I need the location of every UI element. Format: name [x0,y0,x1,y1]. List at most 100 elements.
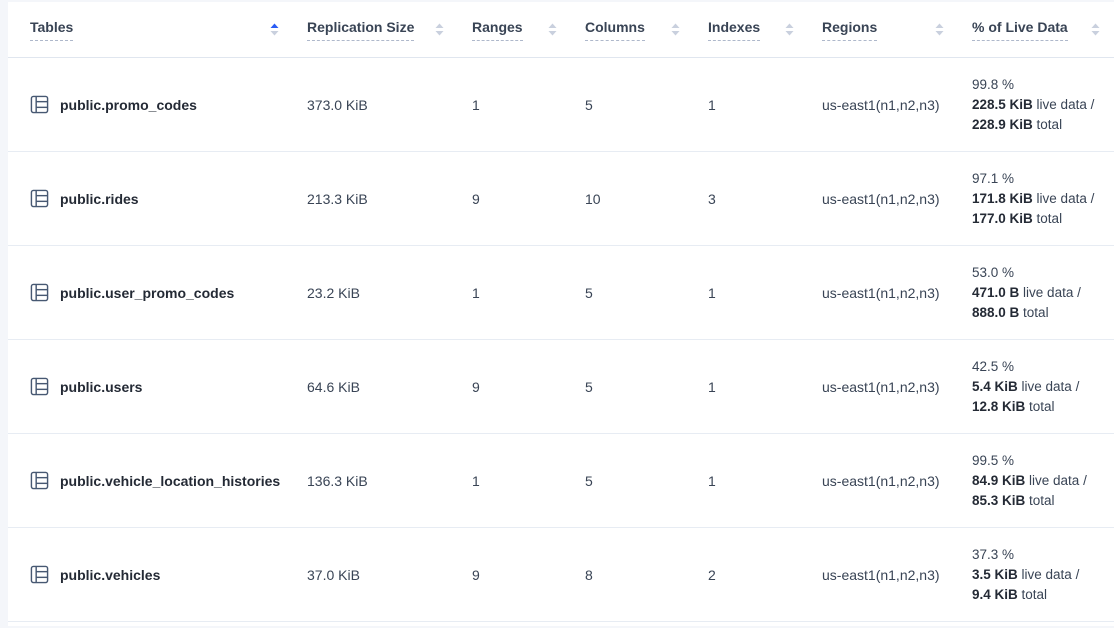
replication-size-cell: 213.3 KiB [293,152,458,246]
table-row[interactable]: public.rides 213.3 KiB 9 10 3 us-east1(n… [8,152,1114,246]
total-data-line: 9.4 KiB total [972,585,1100,605]
live-data-cell: 99.5 % 84.9 KiB live data / 85.3 KiB tot… [958,434,1114,528]
column-header-replication-size[interactable]: Replication Size [293,2,458,58]
live-data-cell: 42.5 % 5.4 KiB live data / 12.8 KiB tota… [958,340,1114,434]
columns-cell: 5 [571,340,694,434]
indexes-cell: 1 [694,434,808,528]
tables-table: Tables Replication Size Ranges [8,2,1114,622]
live-data-cell: 37.3 % 3.5 KiB live data / 9.4 KiB total [958,528,1114,622]
total-data-line: 85.3 KiB total [972,491,1100,511]
table-name[interactable]: public.rides [60,191,139,207]
indexes-cell: 1 [694,58,808,152]
sort-arrows-icon[interactable] [935,23,944,36]
column-header-columns[interactable]: Columns [571,2,694,58]
table-name[interactable]: public.promo_codes [60,97,197,113]
table-name-cell[interactable]: public.promo_codes [8,58,293,152]
indexes-cell: 3 [694,152,808,246]
sort-arrows-icon[interactable] [671,23,680,36]
column-header-label: Replication Size [307,19,414,41]
replication-size-cell: 373.0 KiB [293,58,458,152]
columns-cell: 5 [571,434,694,528]
table-grid-icon [30,565,49,584]
table-name-cell[interactable]: public.rides [8,152,293,246]
total-data-line: 888.0 B total [972,303,1100,323]
table-grid-icon [30,471,49,490]
live-data-cell: 97.1 % 171.8 KiB live data / 177.0 KiB t… [958,152,1114,246]
table-name[interactable]: public.vehicles [60,567,160,583]
column-header-label: Columns [585,19,645,41]
replication-size-cell: 23.2 KiB [293,246,458,340]
column-header-tables[interactable]: Tables [8,2,293,58]
table-grid-icon [30,189,49,208]
live-data-line: 171.8 KiB live data / [972,189,1100,209]
columns-cell: 10 [571,152,694,246]
column-header-label: Tables [30,19,73,41]
total-data-line: 228.9 KiB total [972,115,1100,135]
sort-arrows-icon[interactable] [270,23,279,36]
table-row[interactable]: public.vehicles 37.0 KiB 9 8 2 us-east1(… [8,528,1114,622]
column-header-regions[interactable]: Regions [808,2,958,58]
table-header-row: Tables Replication Size Ranges [8,2,1114,58]
regions-cell: us-east1(n1,n2,n3) [808,246,958,340]
ranges-cell: 1 [458,246,571,340]
table-row[interactable]: public.promo_codes 373.0 KiB 1 5 1 us-ea… [8,58,1114,152]
live-data-line: 3.5 KiB live data / [972,565,1100,585]
column-header-live-data[interactable]: % of Live Data [958,2,1114,58]
regions-cell: us-east1(n1,n2,n3) [808,528,958,622]
sort-arrows-icon[interactable] [548,23,557,36]
sort-arrows-icon[interactable] [785,23,794,36]
live-percent: 42.5 % [972,357,1100,377]
live-percent: 99.8 % [972,75,1100,95]
table-name[interactable]: public.user_promo_codes [60,285,234,301]
live-data-line: 84.9 KiB live data / [972,471,1100,491]
live-percent: 97.1 % [972,169,1100,189]
table-name-cell[interactable]: public.user_promo_codes [8,246,293,340]
tables-list-panel: Tables Replication Size Ranges [8,2,1114,626]
replication-size-cell: 37.0 KiB [293,528,458,622]
table-grid-icon [30,283,49,302]
column-header-label: Regions [822,19,877,41]
replication-size-cell: 136.3 KiB [293,434,458,528]
table-name-cell[interactable]: public.users [8,340,293,434]
ranges-cell: 1 [458,434,571,528]
regions-cell: us-east1(n1,n2,n3) [808,58,958,152]
table-row[interactable]: public.vehicle_location_histories 136.3 … [8,434,1114,528]
column-header-label: % of Live Data [972,19,1068,41]
table-row[interactable]: public.users 64.6 KiB 9 5 1 us-east1(n1,… [8,340,1114,434]
column-header-ranges[interactable]: Ranges [458,2,571,58]
columns-cell: 5 [571,246,694,340]
columns-cell: 5 [571,58,694,152]
sort-arrows-icon[interactable] [1091,23,1100,36]
table-grid-icon [30,377,49,396]
table-name[interactable]: public.users [60,379,142,395]
column-header-label: Indexes [708,19,760,41]
live-percent: 99.5 % [972,451,1100,471]
table-name[interactable]: public.vehicle_location_histories [60,473,280,489]
indexes-cell: 1 [694,246,808,340]
indexes-cell: 1 [694,340,808,434]
regions-cell: us-east1(n1,n2,n3) [808,152,958,246]
total-data-line: 12.8 KiB total [972,397,1100,417]
regions-cell: us-east1(n1,n2,n3) [808,340,958,434]
table-row[interactable]: public.user_promo_codes 23.2 KiB 1 5 1 u… [8,246,1114,340]
column-header-indexes[interactable]: Indexes [694,2,808,58]
replication-size-cell: 64.6 KiB [293,340,458,434]
ranges-cell: 9 [458,152,571,246]
live-percent: 37.3 % [972,545,1100,565]
live-data-line: 228.5 KiB live data / [972,95,1100,115]
live-data-cell: 53.0 % 471.0 B live data / 888.0 B total [958,246,1114,340]
table-grid-icon [30,95,49,114]
table-name-cell[interactable]: public.vehicles [8,528,293,622]
ranges-cell: 9 [458,528,571,622]
indexes-cell: 2 [694,528,808,622]
live-percent: 53.0 % [972,263,1100,283]
ranges-cell: 1 [458,58,571,152]
columns-cell: 8 [571,528,694,622]
live-data-line: 471.0 B live data / [972,283,1100,303]
live-data-line: 5.4 KiB live data / [972,377,1100,397]
regions-cell: us-east1(n1,n2,n3) [808,434,958,528]
sort-arrows-icon[interactable] [435,23,444,36]
table-name-cell[interactable]: public.vehicle_location_histories [8,434,293,528]
ranges-cell: 9 [458,340,571,434]
column-header-label: Ranges [472,19,523,41]
